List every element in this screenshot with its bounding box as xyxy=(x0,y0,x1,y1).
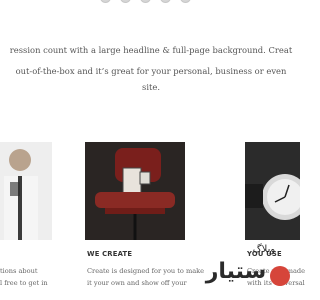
rss-icon[interactable] xyxy=(180,0,191,3)
column-1-line-2: l free to get in xyxy=(0,279,48,287)
social-icons-row xyxy=(100,0,196,6)
chair-photo-image xyxy=(85,142,185,240)
facebook-icon[interactable] xyxy=(100,0,111,3)
column-1-line-1: tions about xyxy=(0,267,38,275)
watermark-brand-text: ستیار xyxy=(205,259,267,284)
watermark-logo: ستیار وبلاگ xyxy=(184,238,296,294)
intro-line-2: out-of-the-box and it’s great for your p… xyxy=(15,66,287,76)
twitter-icon[interactable] xyxy=(120,0,131,3)
intro-line-1: ression count with a large headline & fu… xyxy=(9,45,293,55)
column-2-line-2: it your own and show off your xyxy=(87,279,187,287)
pinterest-icon[interactable] xyxy=(140,0,151,3)
we-create-heading: WE CREATE xyxy=(87,250,133,258)
portrait-image xyxy=(0,142,52,240)
watermark-small-text: وبلاگ xyxy=(253,242,276,255)
wristwatch-image xyxy=(245,142,300,240)
watermark-logo-mark xyxy=(270,266,290,286)
google-plus-icon[interactable] xyxy=(160,0,171,3)
intro-line-3: site. xyxy=(142,82,160,92)
